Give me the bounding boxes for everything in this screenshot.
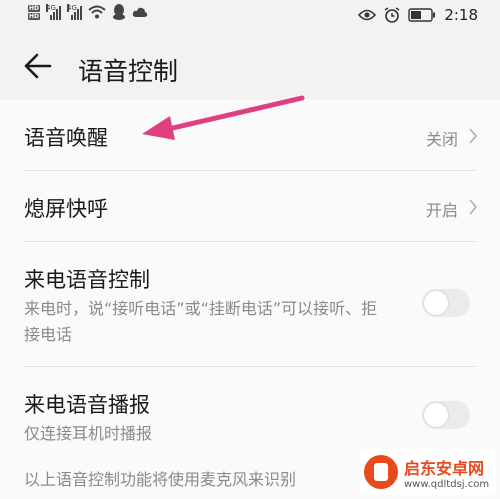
annotation-arrow <box>142 95 305 140</box>
watermark-name: 启东安卓网 <box>404 458 485 478</box>
watermark: 启东安卓网 www.qdltdsj.com <box>360 449 496 495</box>
watermark-logo <box>364 455 398 489</box>
watermark-url: www.qdltdsj.com <box>404 478 490 490</box>
